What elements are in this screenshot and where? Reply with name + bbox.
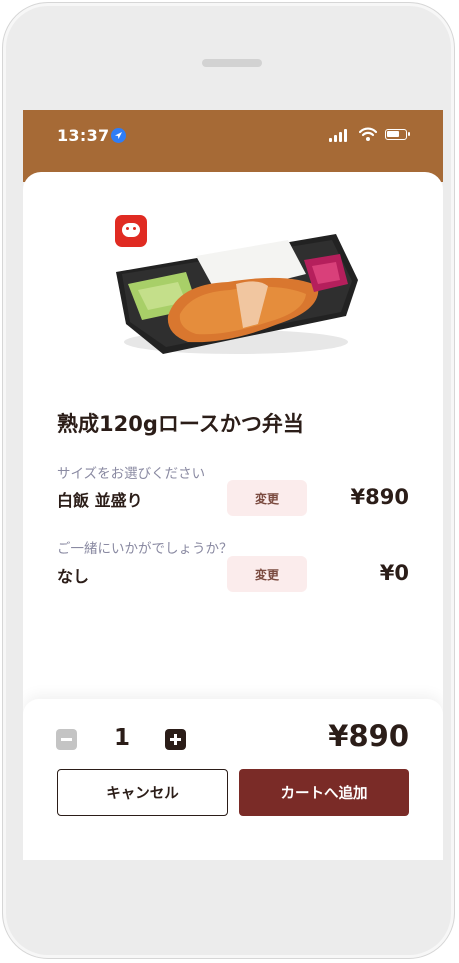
quantity-value: 1: [113, 725, 130, 751]
wifi-icon: [358, 126, 378, 142]
bento-image: [116, 234, 358, 354]
signal-icon: [329, 128, 349, 142]
add-to-cart-button[interactable]: カートへ追加: [239, 769, 409, 816]
addon-option-label: ご一緒にいかがでしょうか？: [57, 541, 233, 557]
battery-icon: [385, 129, 410, 140]
size-option-label: サイズをお選びください: [57, 466, 206, 482]
minus-icon[interactable]: [56, 729, 77, 750]
addon-option-value: なし: [57, 567, 90, 586]
location-arrow-icon: [111, 128, 126, 143]
status-time: 13:37: [57, 126, 110, 145]
order-footer: 1 ¥890 キャンセル カートへ追加: [23, 699, 443, 860]
app-screen: 13:37 熟成120gロースかつ弁当 サイズをお選びください 白飯 並盛り 変…: [23, 110, 443, 860]
addon-option-price: ¥0: [379, 561, 409, 585]
product-title: 熟成120gロースかつ弁当: [57, 412, 304, 436]
size-option-price: ¥890: [350, 485, 409, 509]
phone-frame: 13:37 熟成120gロースかつ弁当 サイズをお選びください 白飯 並盛り 変…: [2, 2, 455, 959]
addon-change-button[interactable]: 変更: [227, 556, 307, 592]
plus-icon[interactable]: [165, 729, 186, 750]
speaker-grille: [202, 59, 262, 67]
size-change-button[interactable]: 変更: [227, 480, 307, 516]
size-option-value: 白飯 並盛り: [57, 491, 143, 510]
cancel-button[interactable]: キャンセル: [57, 769, 228, 816]
total-price: ¥890: [328, 719, 409, 753]
